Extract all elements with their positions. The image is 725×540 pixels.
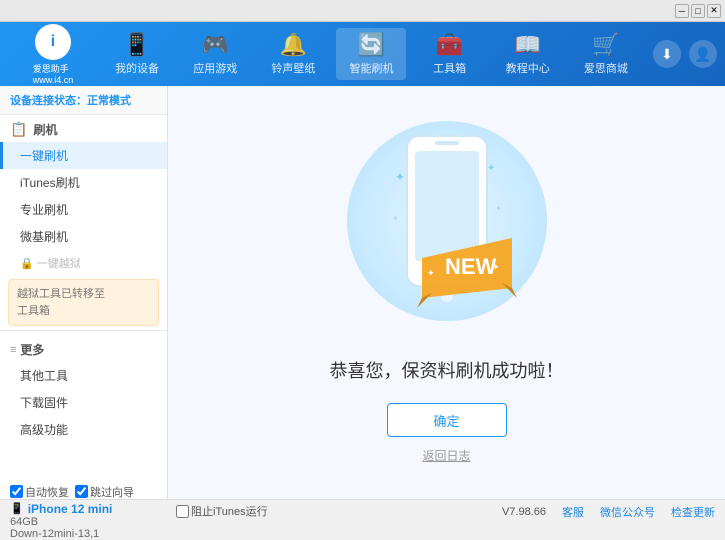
skip-guide-checkbox-label[interactable]: 跳过向导: [75, 484, 134, 500]
svg-text:✦: ✦: [395, 170, 405, 184]
content-area: ✦ ✦ ✦ ✦ ✦ ✦ NEW: [168, 86, 725, 499]
wechat-link[interactable]: 微信公众号: [600, 504, 655, 520]
toolbox-icon: 🧰: [436, 32, 463, 58]
user-button[interactable]: 👤: [689, 40, 717, 68]
nav-label-tutorial: 教程中心: [506, 60, 550, 76]
nav-right: ⬇ 👤: [653, 40, 717, 68]
svg-text:✦: ✦: [392, 214, 399, 223]
nav-label-apps: 应用游戏: [193, 60, 237, 76]
device-model: Down-12mini-13,1: [10, 528, 134, 540]
nav-items: 📱 我的设备 🎮 应用游戏 🔔 铃声壁纸 🔄 智能刷机 🧰 工具箱 📖 教程中心…: [98, 28, 645, 80]
svg-text:✦: ✦: [427, 268, 435, 278]
sidebar-item-download-firm[interactable]: 下载固件: [0, 389, 167, 416]
nav-label-store: 爱思商城: [584, 60, 628, 76]
close-button[interactable]: ✕: [707, 4, 721, 18]
download-button[interactable]: ⬇: [653, 40, 681, 68]
itunes-block-checkbox[interactable]: [176, 505, 189, 518]
sidebar: 设备连接状态：正常模式 📋 刷机 一键刷机 iTunes刷机 专业刷机 微基刷机…: [0, 86, 168, 499]
sidebar-item-pro[interactable]: 专业刷机: [0, 196, 167, 223]
nav-label-smart: 智能刷机: [349, 60, 393, 76]
back-link[interactable]: 返回日志: [422, 447, 470, 464]
connection-status: 设备连接状态：正常模式: [0, 86, 167, 115]
nav-item-ringtone[interactable]: 🔔 铃声壁纸: [258, 28, 328, 80]
new-badge: ✦ ✦ NEW: [417, 228, 517, 311]
store-icon: 🛒: [592, 32, 619, 58]
itunes-status-label: 阻止iTunes运行: [191, 503, 268, 519]
sidebar-item-other-tools[interactable]: 其他工具: [0, 362, 167, 389]
sidebar-divider: [0, 330, 167, 331]
logo-icon: i: [35, 24, 71, 60]
bottom-left: 自动恢复 跳过向导 📱 iPhone 12 mini 64GB Down-12m…: [10, 484, 134, 540]
apps-icon: 🎮: [202, 32, 229, 58]
more-section-header: ≡ 更多: [0, 335, 167, 362]
auto-restore-checkbox-label[interactable]: 自动恢复: [10, 484, 69, 500]
skip-guide-checkbox[interactable]: [75, 485, 88, 498]
svg-text:NEW: NEW: [445, 254, 497, 279]
nav-label-device: 我的设备: [115, 60, 159, 76]
nav-item-tutorial[interactable]: 📖 教程中心: [493, 28, 563, 80]
nav-item-device[interactable]: 📱 我的设备: [102, 28, 172, 80]
itunes-block-checkbox-label[interactable]: 阻止iTunes运行: [176, 503, 268, 519]
nav-item-apps[interactable]: 🎮 应用游戏: [180, 28, 250, 80]
flash-section-header: 📋 刷机: [0, 115, 167, 142]
jailbreak-lock: 🔒 一键越狱: [0, 250, 167, 275]
tutorial-icon: 📖: [514, 32, 541, 58]
sidebar-item-itunes[interactable]: iTunes刷机: [0, 169, 167, 196]
jailbreak-notice: 越狱工具已转移至工具箱: [8, 279, 159, 326]
svg-text:✦: ✦: [495, 204, 502, 213]
update-link[interactable]: 检查更新: [671, 504, 715, 520]
phone-icon-small: 📱: [10, 502, 24, 515]
nav-label-ringtone: 铃声壁纸: [271, 60, 315, 76]
title-bar: ─ □ ✕: [0, 0, 725, 22]
main-area: 设备连接状态：正常模式 📋 刷机 一键刷机 iTunes刷机 专业刷机 微基刷机…: [0, 86, 725, 499]
nav-item-toolbox[interactable]: 🧰 工具箱: [415, 28, 485, 80]
logo-area: i 爱思助手 www.i4.cn: [8, 24, 98, 85]
maximize-button[interactable]: □: [691, 4, 705, 18]
nav-item-smart[interactable]: 🔄 智能刷机: [336, 28, 406, 80]
minimize-button[interactable]: ─: [675, 4, 689, 18]
device-storage: 64GB: [10, 516, 134, 528]
auto-restore-checkbox[interactable]: [10, 485, 23, 498]
confirm-button[interactable]: 确定: [387, 403, 507, 437]
version-label: V7.98.66: [502, 506, 546, 518]
device-name: iPhone 12 mini: [28, 502, 113, 516]
nav-item-store[interactable]: 🛒 爱思商城: [571, 28, 641, 80]
sidebar-item-baseband[interactable]: 微基刷机: [0, 223, 167, 250]
flash-section-icon: 📋: [10, 121, 27, 138]
svg-text:✦: ✦: [487, 163, 495, 174]
smart-icon: 🔄: [358, 32, 385, 58]
bottom-right: V7.98.66 客服 微信公众号 检查更新: [502, 504, 715, 520]
itunes-status-area: 阻止iTunes运行: [176, 503, 268, 519]
ringtone-icon: 🔔: [280, 32, 307, 58]
logo-text: 爱思助手 www.i4.cn: [33, 62, 74, 85]
hero-illustration: ✦ ✦ ✦ ✦ ✦ ✦ NEW: [327, 121, 567, 341]
sidebar-item-one-click[interactable]: 一键刷机: [0, 142, 167, 169]
bottom-bar: 自动恢复 跳过向导 📱 iPhone 12 mini 64GB Down-12m…: [0, 499, 725, 523]
sidebar-item-advanced[interactable]: 高级功能: [0, 416, 167, 443]
device-icon: 📱: [123, 32, 150, 58]
nav-label-toolbox: 工具箱: [433, 60, 466, 76]
top-navigation: i 爱思助手 www.i4.cn 📱 我的设备 🎮 应用游戏 🔔 铃声壁纸 🔄 …: [0, 22, 725, 86]
service-link[interactable]: 客服: [562, 504, 584, 520]
success-text: 恭喜您，保资料刷机成功啦！: [330, 357, 564, 383]
